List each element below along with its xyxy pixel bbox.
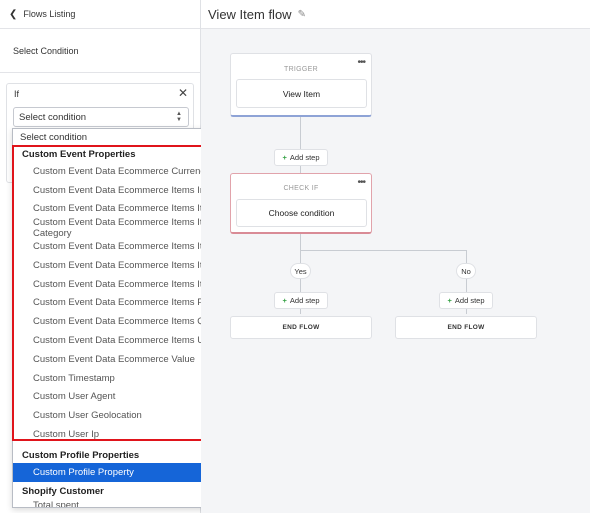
end-flow-label: END FLOW (282, 324, 320, 331)
end-flow-node-yes[interactable]: END FLOW (230, 316, 372, 339)
choose-condition-box[interactable]: Choose condition (236, 199, 367, 227)
chevron-left-icon: ❮ (9, 8, 18, 20)
plus-icon: + (447, 296, 452, 305)
back-label: Flows Listing (23, 9, 76, 19)
back-to-flows-link[interactable]: ❮ Flows Listing (0, 0, 200, 29)
check-if-node[interactable]: CHECK IF ••• Choose condition (230, 173, 372, 234)
connector-line (300, 250, 466, 251)
add-step-label: Add step (289, 153, 320, 162)
add-step-button-no[interactable]: + Add step (439, 292, 493, 309)
no-label: No (461, 266, 471, 276)
trigger-event-label: View Item (282, 88, 321, 99)
end-flow-node-no[interactable]: END FLOW (395, 316, 537, 339)
add-step-button-yes[interactable]: + Add step (274, 292, 328, 309)
condition-select[interactable]: Select condition ▲ ▼ (13, 107, 189, 127)
panel-title: Select Condition (0, 29, 200, 73)
if-label: If (14, 89, 20, 99)
pencil-icon[interactable]: ✎ (298, 9, 306, 20)
yes-label: Yes (294, 266, 307, 276)
flow-title: View Item flow (208, 6, 292, 22)
trigger-node[interactable]: TRIGGER ••• View Item (230, 53, 372, 117)
add-step-label: Add step (289, 296, 320, 305)
more-options-icon[interactable]: ••• (357, 57, 365, 68)
choose-condition-label: Choose condition (268, 208, 335, 218)
flow-canvas[interactable]: TRIGGER ••• View Item + Add step CHECK IF… (201, 29, 590, 513)
add-step-button[interactable]: + Add step (274, 149, 328, 166)
close-icon[interactable]: ✕ (178, 86, 188, 100)
trigger-header: TRIGGER (284, 66, 318, 73)
plus-icon: + (282, 296, 287, 305)
no-branch-label: No (456, 263, 476, 279)
more-options-icon[interactable]: ••• (357, 177, 365, 188)
flow-header: View Item flow ✎ (201, 0, 590, 29)
select-arrows-icon: ▲ ▼ (176, 111, 182, 123)
add-step-label: Add step (454, 296, 485, 305)
plus-icon: + (282, 153, 287, 162)
trigger-event-box[interactable]: View Item (236, 79, 367, 108)
end-flow-label: END FLOW (447, 324, 485, 331)
condition-select-value: Select condition (19, 111, 87, 123)
check-if-header: CHECK IF (283, 185, 319, 192)
yes-branch-label: Yes (290, 263, 311, 279)
